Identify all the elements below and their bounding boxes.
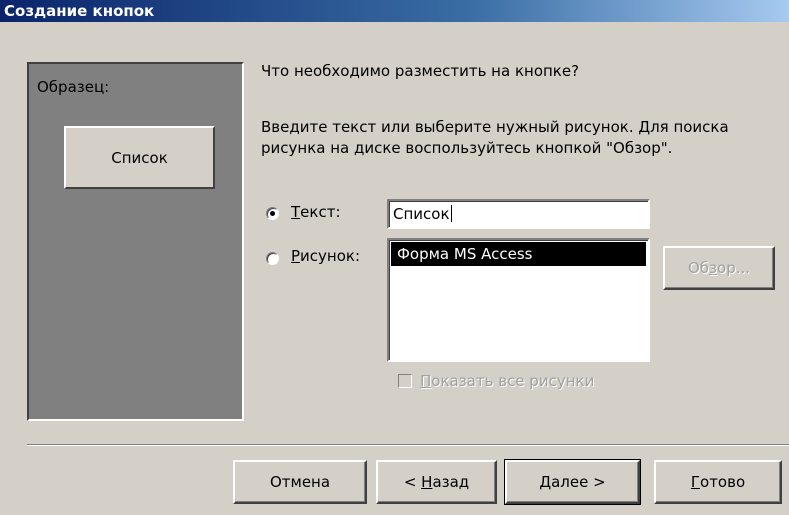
finish-mnemonic: Г [690,473,701,491]
browse-mnemonic: з [709,259,718,277]
finish-label-post: отово [700,473,746,491]
back-label-pre: < [403,473,422,491]
picture-listbox[interactable]: Форма MS Access [387,238,650,362]
finish-button[interactable]: Готово [654,460,782,504]
picture-list-item[interactable]: Форма MS Access [391,242,646,266]
question-text: Что необходимо разместить на кнопке? [261,62,580,80]
sample-button-preview: Список [64,126,215,189]
instruction-line-2: рисунка на диске воспользуйтесь кнопкой … [261,139,673,157]
text-caret [450,205,452,222]
back-mnemonic: Н [421,473,433,491]
text-option-label-rest: екст: [300,203,341,221]
text-option-mnemonic: Т [291,203,301,221]
show-all-pictures-label[interactable]: Показать все рисунки [420,372,594,390]
radio-selected-dot [270,211,275,216]
text-option-label[interactable]: Текст: [291,203,341,221]
next-label-post: алее > [551,473,606,491]
browse-button[interactable]: Обзор... [663,246,775,290]
browse-label-pre: Об [687,259,710,277]
button-text-value: Список [393,205,450,223]
back-button[interactable]: < Назад [376,460,497,504]
next-button[interactable]: Далее > [504,459,641,505]
picture-option-mnemonic: Р [291,247,301,265]
back-label-post: азад [432,473,470,491]
instruction-line-1: Введите текст или выберите нужный рисуно… [261,118,729,136]
cancel-button[interactable]: Отмена [233,460,367,504]
window-title: Создание кнопок [0,0,789,22]
next-mnemonic: Д [539,473,552,491]
button-text-input[interactable]: Список [387,199,650,229]
show-all-mnemonic: П [420,372,432,390]
sample-preview-panel: Образец: Список [27,62,244,421]
browse-label-post: ор... [717,259,751,277]
picture-option-radio[interactable] [266,252,279,265]
footer-separator [27,444,789,446]
sample-button-caption: Список [111,148,168,167]
picture-option-label[interactable]: Рисунок: [291,247,360,265]
show-all-pictures-checkbox[interactable] [398,374,412,388]
picture-option-label-rest: исунок: [300,247,361,265]
text-option-radio[interactable] [266,207,279,220]
sample-label: Образец: [37,78,110,96]
show-all-label-rest: оказать все рисунки [431,372,595,390]
